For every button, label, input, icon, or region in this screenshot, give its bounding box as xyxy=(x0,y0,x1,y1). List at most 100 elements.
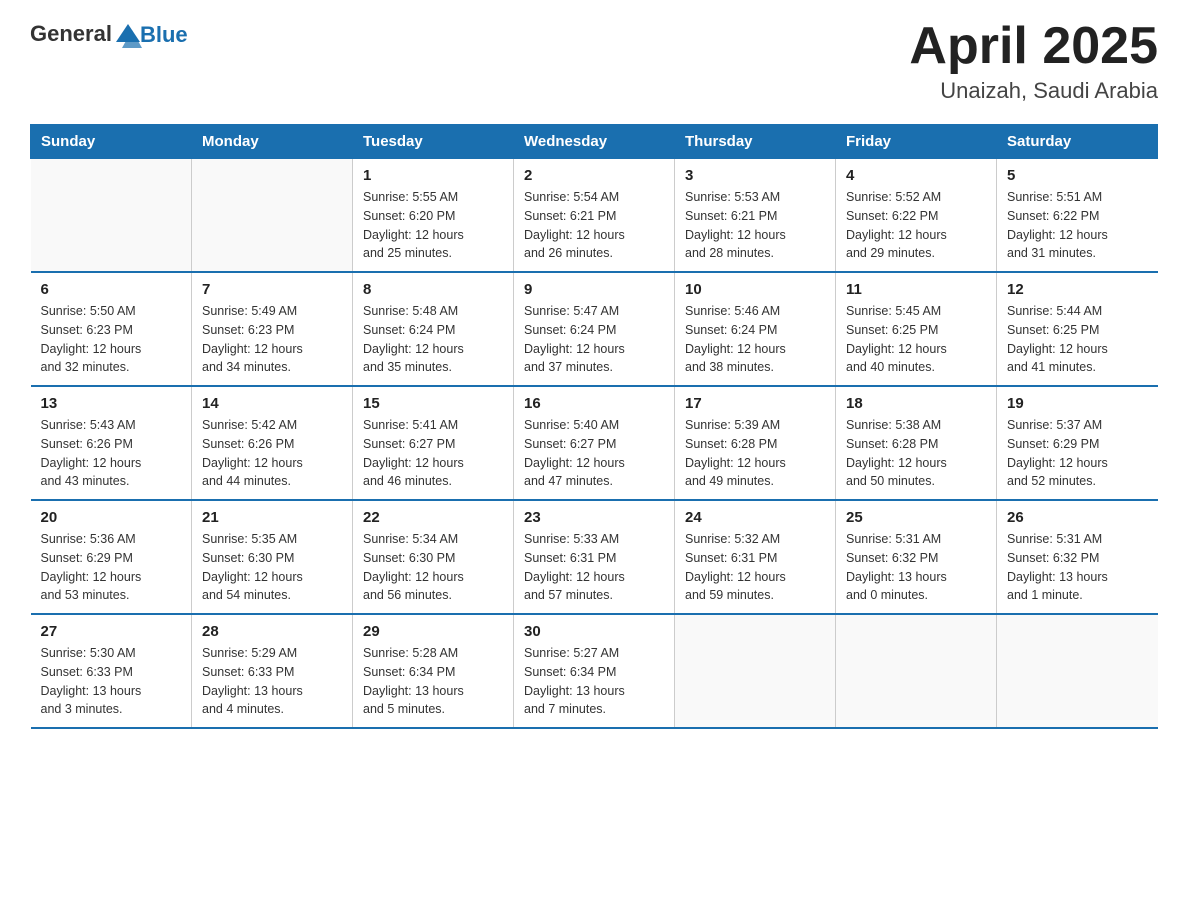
day-info: Sunrise: 5:44 AM Sunset: 6:25 PM Dayligh… xyxy=(1007,302,1148,377)
day-number: 8 xyxy=(363,281,503,298)
day-info: Sunrise: 5:29 AM Sunset: 6:33 PM Dayligh… xyxy=(202,644,342,719)
calendar-cell: 30 Sunrise: 5:27 AM Sunset: 6:34 PM Dayli… xyxy=(514,614,675,728)
day-number: 21 xyxy=(202,509,342,526)
logo: General Blue xyxy=(30,20,188,48)
day-info: Sunrise: 5:55 AM Sunset: 6:20 PM Dayligh… xyxy=(363,188,503,263)
day-info: Sunrise: 5:33 AM Sunset: 6:31 PM Dayligh… xyxy=(524,530,664,605)
day-info: Sunrise: 5:40 AM Sunset: 6:27 PM Dayligh… xyxy=(524,416,664,491)
week-row-4: 20 Sunrise: 5:36 AM Sunset: 6:29 PM Dayli… xyxy=(31,500,1158,614)
logo-general: General xyxy=(30,21,112,47)
day-number: 15 xyxy=(363,395,503,412)
day-number: 2 xyxy=(524,167,664,184)
day-info: Sunrise: 5:48 AM Sunset: 6:24 PM Dayligh… xyxy=(363,302,503,377)
calendar-cell xyxy=(675,614,836,728)
calendar-cell: 11 Sunrise: 5:45 AM Sunset: 6:25 PM Dayli… xyxy=(836,272,997,386)
day-number: 14 xyxy=(202,395,342,412)
calendar-cell xyxy=(192,159,353,273)
col-header-friday: Friday xyxy=(836,125,997,159)
day-number: 17 xyxy=(685,395,825,412)
calendar-cell: 22Sunrise: 5:34 AM Sunset: 6:30 PM Dayli… xyxy=(353,500,514,614)
day-info: Sunrise: 5:27 AM Sunset: 6:34 PM Dayligh… xyxy=(524,644,664,719)
calendar-cell: 17 Sunrise: 5:39 AM Sunset: 6:28 PM Dayli… xyxy=(675,386,836,500)
calendar-cell: 8 Sunrise: 5:48 AM Sunset: 6:24 PM Daylig… xyxy=(353,272,514,386)
day-number: 25 xyxy=(846,509,986,526)
day-number: 29 xyxy=(363,623,503,640)
logo-blue: Blue xyxy=(140,24,188,46)
day-info: Sunrise: 5:36 AM Sunset: 6:29 PM Dayligh… xyxy=(41,530,182,605)
day-info: Sunrise: 5:54 AM Sunset: 6:21 PM Dayligh… xyxy=(524,188,664,263)
day-number: 18 xyxy=(846,395,986,412)
week-row-1: 1 Sunrise: 5:55 AM Sunset: 6:20 PM Daylig… xyxy=(31,159,1158,273)
day-number: 20 xyxy=(41,509,182,526)
day-info: Sunrise: 5:52 AM Sunset: 6:22 PM Dayligh… xyxy=(846,188,986,263)
calendar-cell: 15Sunrise: 5:41 AM Sunset: 6:27 PM Dayli… xyxy=(353,386,514,500)
calendar-cell: 2 Sunrise: 5:54 AM Sunset: 6:21 PM Daylig… xyxy=(514,159,675,273)
day-info: Sunrise: 5:28 AM Sunset: 6:34 PM Dayligh… xyxy=(363,644,503,719)
title-block: April 2025 Unaizah, Saudi Arabia xyxy=(909,20,1158,104)
calendar-cell: 16 Sunrise: 5:40 AM Sunset: 6:27 PM Dayli… xyxy=(514,386,675,500)
calendar-cell xyxy=(836,614,997,728)
calendar-cell: 14Sunrise: 5:42 AM Sunset: 6:26 PM Dayli… xyxy=(192,386,353,500)
calendar-cell: 28 Sunrise: 5:29 AM Sunset: 6:33 PM Dayli… xyxy=(192,614,353,728)
calendar-cell: 13 Sunrise: 5:43 AM Sunset: 6:26 PM Dayli… xyxy=(31,386,192,500)
calendar-cell: 23 Sunrise: 5:33 AM Sunset: 6:31 PM Dayli… xyxy=(514,500,675,614)
day-number: 10 xyxy=(685,281,825,298)
day-number: 3 xyxy=(685,167,825,184)
day-number: 26 xyxy=(1007,509,1148,526)
calendar-cell: 19 Sunrise: 5:37 AM Sunset: 6:29 PM Dayli… xyxy=(997,386,1158,500)
calendar-cell: 6 Sunrise: 5:50 AM Sunset: 6:23 PM Daylig… xyxy=(31,272,192,386)
col-header-wednesday: Wednesday xyxy=(514,125,675,159)
day-number: 24 xyxy=(685,509,825,526)
col-header-tuesday: Tuesday xyxy=(353,125,514,159)
calendar-cell: 5Sunrise: 5:51 AM Sunset: 6:22 PM Daylig… xyxy=(997,159,1158,273)
day-info: Sunrise: 5:31 AM Sunset: 6:32 PM Dayligh… xyxy=(1007,530,1148,605)
calendar-cell: 20 Sunrise: 5:36 AM Sunset: 6:29 PM Dayli… xyxy=(31,500,192,614)
week-row-2: 6 Sunrise: 5:50 AM Sunset: 6:23 PM Daylig… xyxy=(31,272,1158,386)
location-title: Unaizah, Saudi Arabia xyxy=(909,78,1158,104)
day-number: 1 xyxy=(363,167,503,184)
day-info: Sunrise: 5:37 AM Sunset: 6:29 PM Dayligh… xyxy=(1007,416,1148,491)
day-number: 28 xyxy=(202,623,342,640)
day-number: 19 xyxy=(1007,395,1148,412)
day-info: Sunrise: 5:49 AM Sunset: 6:23 PM Dayligh… xyxy=(202,302,342,377)
day-info: Sunrise: 5:39 AM Sunset: 6:28 PM Dayligh… xyxy=(685,416,825,491)
day-number: 13 xyxy=(41,395,182,412)
calendar-cell: 25Sunrise: 5:31 AM Sunset: 6:32 PM Dayli… xyxy=(836,500,997,614)
page-header: General Blue April 2025 Unaizah, Saudi A… xyxy=(30,20,1158,104)
day-number: 9 xyxy=(524,281,664,298)
day-info: Sunrise: 5:53 AM Sunset: 6:21 PM Dayligh… xyxy=(685,188,825,263)
logo-icon xyxy=(114,20,142,48)
day-number: 5 xyxy=(1007,167,1148,184)
day-info: Sunrise: 5:32 AM Sunset: 6:31 PM Dayligh… xyxy=(685,530,825,605)
col-header-saturday: Saturday xyxy=(997,125,1158,159)
day-number: 4 xyxy=(846,167,986,184)
calendar-table: SundayMondayTuesdayWednesdayThursdayFrid… xyxy=(30,124,1158,729)
calendar-cell xyxy=(31,159,192,273)
day-number: 6 xyxy=(41,281,182,298)
calendar-cell: 26 Sunrise: 5:31 AM Sunset: 6:32 PM Dayli… xyxy=(997,500,1158,614)
day-info: Sunrise: 5:43 AM Sunset: 6:26 PM Dayligh… xyxy=(41,416,182,491)
day-number: 22 xyxy=(363,509,503,526)
day-number: 27 xyxy=(41,623,182,640)
day-info: Sunrise: 5:50 AM Sunset: 6:23 PM Dayligh… xyxy=(41,302,182,377)
calendar-cell: 21Sunrise: 5:35 AM Sunset: 6:30 PM Dayli… xyxy=(192,500,353,614)
calendar-cell: 24 Sunrise: 5:32 AM Sunset: 6:31 PM Dayli… xyxy=(675,500,836,614)
day-number: 11 xyxy=(846,281,986,298)
day-number: 30 xyxy=(524,623,664,640)
calendar-cell: 1 Sunrise: 5:55 AM Sunset: 6:20 PM Daylig… xyxy=(353,159,514,273)
col-header-sunday: Sunday xyxy=(31,125,192,159)
day-info: Sunrise: 5:38 AM Sunset: 6:28 PM Dayligh… xyxy=(846,416,986,491)
day-number: 7 xyxy=(202,281,342,298)
month-title: April 2025 xyxy=(909,20,1158,72)
col-header-monday: Monday xyxy=(192,125,353,159)
week-row-5: 27Sunrise: 5:30 AM Sunset: 6:33 PM Dayli… xyxy=(31,614,1158,728)
day-number: 23 xyxy=(524,509,664,526)
calendar-cell: 27Sunrise: 5:30 AM Sunset: 6:33 PM Dayli… xyxy=(31,614,192,728)
calendar-cell: 18 Sunrise: 5:38 AM Sunset: 6:28 PM Dayli… xyxy=(836,386,997,500)
calendar-cell: 10Sunrise: 5:46 AM Sunset: 6:24 PM Dayli… xyxy=(675,272,836,386)
day-number: 16 xyxy=(524,395,664,412)
day-header-row: SundayMondayTuesdayWednesdayThursdayFrid… xyxy=(31,125,1158,159)
calendar-cell xyxy=(997,614,1158,728)
calendar-cell: 7 Sunrise: 5:49 AM Sunset: 6:23 PM Daylig… xyxy=(192,272,353,386)
day-info: Sunrise: 5:45 AM Sunset: 6:25 PM Dayligh… xyxy=(846,302,986,377)
